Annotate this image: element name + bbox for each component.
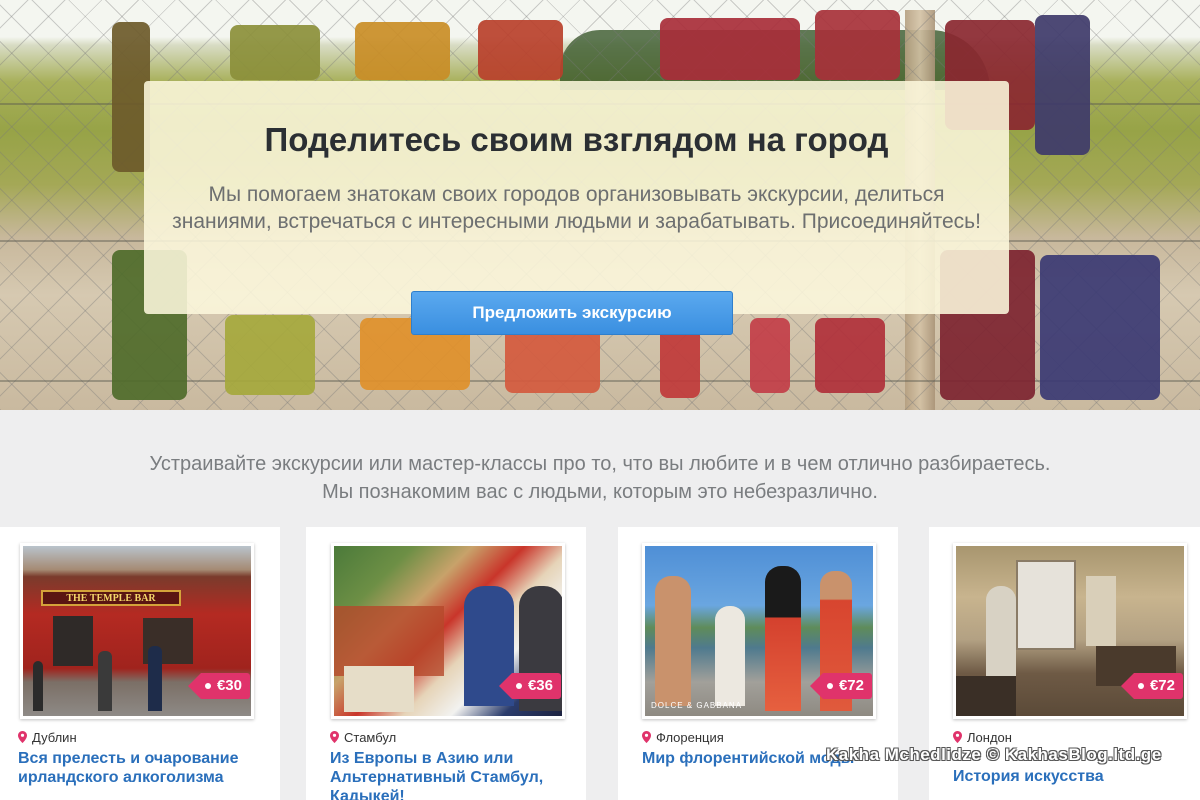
person-silhouette [655, 576, 691, 706]
pub-window [53, 616, 93, 666]
yarn-letter-decoration [1040, 255, 1160, 400]
person-silhouette [715, 606, 745, 706]
tour-title-link[interactable]: Вся прелесть и очарование ирландского ал… [18, 749, 268, 787]
price-tag: €72 [1120, 673, 1183, 699]
tour-city: Лондон [967, 730, 1012, 745]
tour-photo-frame[interactable]: €36 [331, 543, 565, 719]
room-window [1086, 576, 1116, 646]
yarn-letter-decoration [750, 318, 790, 393]
tour-city: Флоренция [656, 730, 724, 745]
price-tag: €72 [809, 673, 872, 699]
yarn-letter-decoration [225, 315, 315, 395]
intro-text: Устраивайте экскурсии или мастер-классы … [0, 450, 1200, 506]
yarn-letter-decoration [355, 22, 450, 80]
location-pin-icon [642, 731, 651, 743]
intro-line: Устраивайте экскурсии или мастер-классы … [149, 453, 1051, 475]
tour-location: Стамбул [330, 730, 396, 745]
price-tag: €36 [498, 673, 561, 699]
hero-title: Поделитесь своим взглядом на город [264, 121, 889, 158]
tour-city: Дублин [32, 730, 77, 745]
yarn-letter-decoration [815, 318, 885, 393]
tour-photo-frame[interactable]: THE TEMPLE BAR €30 [20, 543, 254, 719]
pub-sign: THE TEMPLE BAR [41, 590, 181, 606]
location-pin-icon [330, 731, 339, 743]
person-silhouette [33, 661, 43, 711]
intro-line: Мы познакомим вас с людьми, которым это … [322, 481, 878, 503]
tour-card[interactable]: THE TEMPLE BAR €30 Дублин Вся прелесть и… [0, 527, 280, 800]
hero-description: Мы помогаем знатокам своих городов орган… [172, 183, 981, 233]
yarn-letter-decoration [1035, 15, 1090, 155]
tour-photo-frame[interactable]: €72 [953, 543, 1187, 719]
location-pin-icon [953, 731, 962, 743]
tour-location: Флоренция [642, 730, 724, 745]
hero-card: Поделитесь своим взглядом на город Мы по… [144, 81, 1009, 314]
pub-sign-text: THE TEMPLE BAR [66, 593, 156, 604]
yarn-letter-decoration [660, 18, 800, 80]
location-pin-icon [18, 731, 27, 743]
tour-location: Дублин [18, 730, 77, 745]
market-stall [344, 666, 414, 712]
tour-city: Стамбул [344, 730, 397, 745]
yarn-letter-decoration [230, 25, 320, 80]
person-silhouette [765, 566, 801, 711]
yarn-letter-decoration [815, 10, 900, 80]
yarn-letter-decoration [478, 20, 563, 80]
person-silhouette [98, 651, 112, 711]
person-silhouette [148, 646, 162, 711]
tour-photo-frame[interactable]: DOLCE & GABBANA €72 [642, 543, 876, 719]
furniture [956, 676, 1016, 716]
tour-title-link[interactable]: Из Европы в Азию или Альтернативный Стам… [330, 749, 580, 800]
hero-banner: Поделитесь своим взглядом на город Мы по… [0, 0, 1200, 410]
tour-card[interactable]: €36 Стамбул Из Европы в Азию или Альтерн… [306, 527, 586, 800]
propose-tour-button[interactable]: Предложить экскурсию [411, 291, 733, 335]
tour-location: Лондон [953, 730, 1012, 745]
watermark: Kakha Mchedlidze © KakhasBlog.ltd.ge [826, 745, 1162, 764]
price-tag: €30 [187, 673, 250, 699]
mannequin-silhouette [986, 586, 1016, 686]
photo-caption: DOLCE & GABBANA [651, 701, 743, 710]
room-window [1016, 560, 1076, 650]
tour-title-link[interactable]: История искусства [953, 767, 1200, 786]
